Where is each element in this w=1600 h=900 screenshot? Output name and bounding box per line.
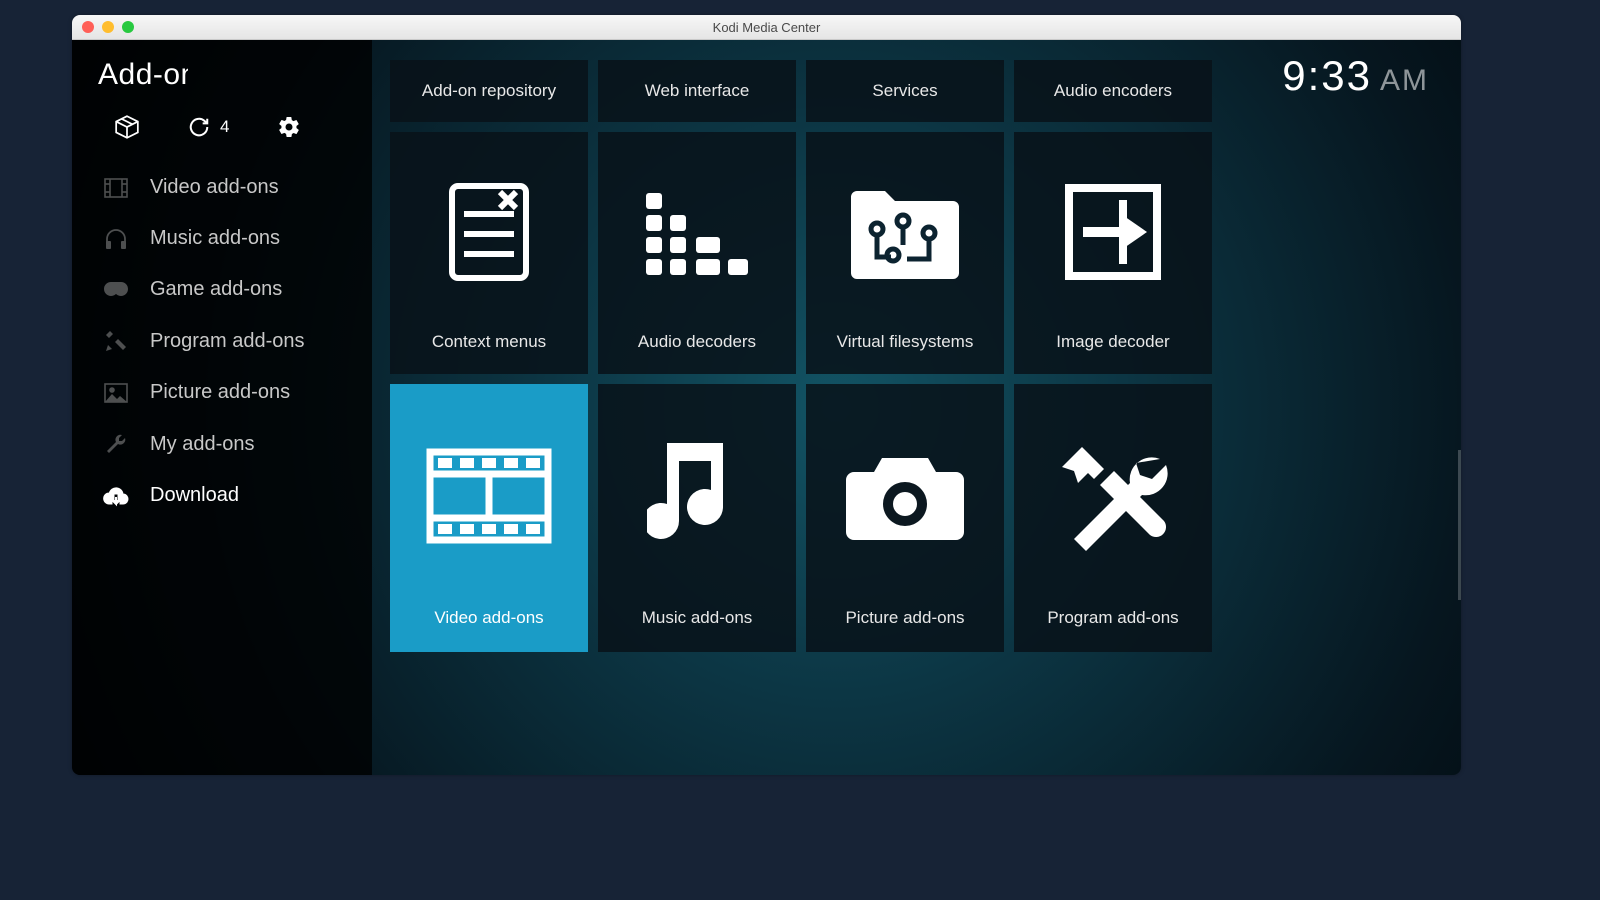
picture-icon — [102, 383, 130, 403]
wrench-icon — [102, 432, 130, 456]
context-menu-icon — [444, 132, 534, 332]
tile-services[interactable]: Services — [806, 60, 1004, 122]
settings-button[interactable] — [277, 115, 301, 139]
sidebar-item-my-addons[interactable]: My add-ons — [72, 418, 372, 470]
sidebar-item-label: Picture add-ons — [150, 381, 290, 404]
sidebar-item-label: Video add-ons — [150, 176, 279, 199]
film-icon — [424, 384, 554, 608]
updates-button[interactable]: 4 — [188, 116, 229, 138]
sidebar-item-label: Music add-ons — [150, 227, 280, 250]
app-content: Add-ons 4 Video add-ons — [72, 40, 1461, 775]
camera-icon — [840, 384, 970, 608]
grid-row-bot: Video add-ons Music add-ons Picture add-… — [390, 384, 1431, 652]
sidebar-item-video-addons[interactable]: Video add-ons — [72, 162, 372, 213]
macos-title-bar: Kodi Media Center — [72, 15, 1461, 40]
sidebar-item-music-addons[interactable]: Music add-ons — [72, 213, 372, 264]
sidebar-item-label: My add-ons — [150, 433, 255, 456]
headphones-icon — [102, 228, 130, 250]
sidebar-item-download[interactable]: Download — [72, 470, 372, 521]
tile-context-menus[interactable]: Context menus — [390, 132, 588, 374]
tile-image-decoder[interactable]: Image decoder — [1014, 132, 1212, 374]
tile-music-addons[interactable]: Music add-ons — [598, 384, 796, 652]
sidebar-item-label: Game add-ons — [150, 278, 282, 301]
sidebar-toolbar: 4 — [72, 114, 372, 162]
equalizer-icon — [642, 132, 752, 332]
sidebar-item-label: Program add-ons — [150, 330, 305, 353]
sidebar-list: Video add-ons Music add-ons Game add-ons… — [72, 162, 372, 521]
tile-web-interface[interactable]: Web interface — [598, 60, 796, 122]
film-icon — [102, 178, 130, 198]
tile-program-addons[interactable]: Program add-ons — [1014, 384, 1212, 652]
grid-row-mid: Context menus Audio decoders Virtual fil… — [390, 132, 1431, 374]
app-window: Kodi Media Center Add-ons 4 — [72, 15, 1461, 775]
image-decoder-icon — [1063, 132, 1163, 332]
clock: 9:33AM — [1282, 52, 1429, 100]
tile-picture-addons[interactable]: Picture add-ons — [806, 384, 1004, 652]
grid-row-top: Add-on repository Web interface Services… — [390, 60, 1431, 122]
sidebar-item-program-addons[interactable]: Program add-ons — [72, 315, 372, 367]
tile-addon-repository[interactable]: Add-on repository — [390, 60, 588, 122]
tile-audio-decoders[interactable]: Audio decoders — [598, 132, 796, 374]
page-title: Add-ons — [72, 54, 188, 114]
gamepad-icon — [102, 281, 130, 299]
updates-count: 4 — [220, 117, 229, 137]
scrollbar[interactable] — [1458, 450, 1461, 600]
clock-time: 9:33 — [1282, 52, 1372, 99]
main-panel: 9:33AM Add-on repository Web interface S… — [372, 40, 1461, 775]
sidebar-item-picture-addons[interactable]: Picture add-ons — [72, 367, 372, 418]
tools-icon — [1056, 384, 1171, 608]
window-title: Kodi Media Center — [72, 20, 1461, 35]
sidebar-item-label: Download — [150, 484, 239, 507]
sidebar: Add-ons 4 Video add-ons — [72, 40, 372, 775]
tile-virtual-filesystems[interactable]: Virtual filesystems — [806, 132, 1004, 374]
tile-video-addons[interactable]: Video add-ons — [390, 384, 588, 652]
download-icon — [102, 485, 130, 507]
music-note-icon — [647, 384, 747, 608]
folder-circuit-icon — [845, 132, 965, 332]
box-icon[interactable] — [114, 114, 140, 140]
clock-ampm: AM — [1380, 64, 1429, 97]
sidebar-item-game-addons[interactable]: Game add-ons — [72, 264, 372, 315]
tools-icon — [102, 329, 130, 353]
tile-audio-encoders[interactable]: Audio encoders — [1014, 60, 1212, 122]
